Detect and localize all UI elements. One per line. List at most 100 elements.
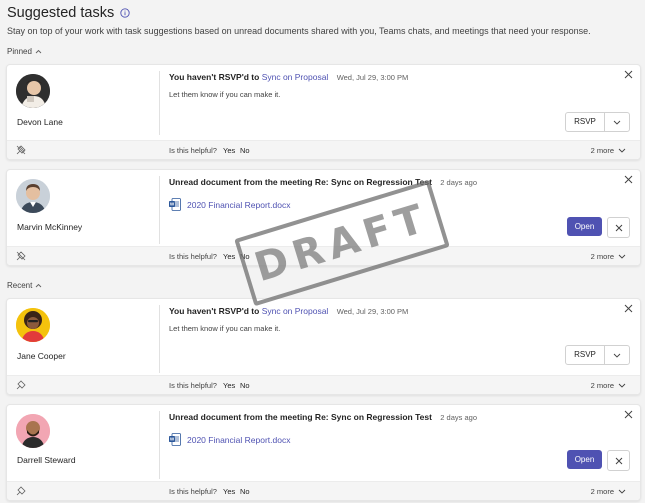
headline-text: You haven't RSVP'd to bbox=[169, 306, 260, 316]
task-headline: You haven't RSVP'd to Sync on Proposal W… bbox=[169, 72, 408, 82]
chevron-down-icon bbox=[618, 148, 626, 153]
headline-text: Unread document from the meeting Re: Syn… bbox=[169, 177, 432, 187]
svg-text:W: W bbox=[170, 437, 175, 442]
helpful-yes-button[interactable]: Yes bbox=[223, 252, 235, 261]
more-button[interactable]: 2 more bbox=[591, 252, 626, 261]
meeting-link[interactable]: Sync on Proposal bbox=[262, 72, 329, 82]
divider bbox=[159, 71, 160, 135]
chevron-down-icon bbox=[613, 353, 621, 358]
task-card: Marvin McKinney Unread document from the… bbox=[6, 169, 641, 266]
dismiss-button[interactable] bbox=[607, 450, 630, 471]
helpful-yes-button[interactable]: Yes bbox=[223, 487, 235, 496]
helpful-prompt: Is this helpful? bbox=[169, 146, 217, 155]
open-button[interactable]: Open bbox=[567, 450, 602, 469]
divider bbox=[159, 176, 160, 244]
document-name[interactable]: 2020 Financial Report.docx bbox=[187, 435, 290, 445]
rsvp-dropdown[interactable] bbox=[605, 120, 629, 125]
more-button[interactable]: 2 more bbox=[591, 146, 626, 155]
card-footer: Is this helpful? Yes No 2 more bbox=[7, 481, 640, 500]
section-recent-toggle[interactable]: Recent bbox=[7, 281, 42, 290]
more-button[interactable]: 2 more bbox=[591, 487, 626, 496]
task-message: Let them know if you can make it. bbox=[169, 90, 281, 99]
helpful-no-button[interactable]: No bbox=[240, 487, 250, 496]
task-headline: Unread document from the meeting Re: Syn… bbox=[169, 412, 477, 422]
svg-text:W: W bbox=[170, 202, 175, 207]
timestamp: 2 days ago bbox=[440, 178, 477, 187]
chevron-down-icon bbox=[613, 120, 621, 125]
avatar bbox=[16, 74, 50, 108]
unpin-icon[interactable] bbox=[16, 251, 26, 261]
helpful-no-button[interactable]: No bbox=[240, 381, 250, 390]
close-icon[interactable] bbox=[624, 70, 633, 79]
chevron-down-icon bbox=[618, 254, 626, 259]
helpful-yes-button[interactable]: Yes bbox=[223, 381, 235, 390]
section-pinned-label: Pinned bbox=[7, 47, 32, 56]
timestamp: Wed, Jul 29, 3:00 PM bbox=[336, 307, 409, 316]
chevron-down-icon bbox=[618, 383, 626, 388]
task-headline: Unread document from the meeting Re: Syn… bbox=[169, 177, 477, 187]
pin-icon[interactable] bbox=[16, 486, 26, 496]
rsvp-button[interactable]: RSVP bbox=[565, 345, 630, 365]
avatar bbox=[16, 414, 50, 448]
rsvp-label[interactable]: RSVP bbox=[566, 346, 605, 364]
person-name: Marvin McKinney bbox=[17, 222, 83, 232]
card-footer: Is this helpful? Yes No 2 more bbox=[7, 375, 640, 394]
person-name: Jane Cooper bbox=[17, 351, 66, 361]
more-label: 2 more bbox=[590, 487, 614, 496]
task-headline: You haven't RSVP'd to Sync on Proposal W… bbox=[169, 306, 408, 316]
person-name: Darrell Steward bbox=[17, 455, 76, 465]
card-footer: Is this helpful? Yes No 2 more bbox=[7, 246, 640, 265]
close-icon[interactable] bbox=[624, 175, 633, 184]
helpful-yes-button[interactable]: Yes bbox=[223, 146, 235, 155]
page-title: Suggested tasks bbox=[7, 5, 115, 21]
rsvp-dropdown[interactable] bbox=[605, 353, 629, 358]
helpful-no-button[interactable]: No bbox=[240, 146, 250, 155]
unpin-icon[interactable] bbox=[16, 145, 26, 155]
more-label: 2 more bbox=[590, 381, 614, 390]
word-document-icon: W bbox=[169, 433, 181, 446]
chevron-up-icon bbox=[36, 283, 42, 288]
info-icon[interactable] bbox=[120, 8, 130, 18]
headline-text: Unread document from the meeting Re: Syn… bbox=[169, 412, 432, 422]
timestamp: Wed, Jul 29, 3:00 PM bbox=[336, 73, 409, 82]
headline-text: You haven't RSVP'd to bbox=[169, 72, 260, 82]
rsvp-label[interactable]: RSVP bbox=[566, 113, 605, 131]
section-recent-label: Recent bbox=[7, 281, 33, 290]
avatar bbox=[16, 308, 50, 342]
task-card: Darrell Steward Unread document from the… bbox=[6, 404, 641, 501]
close-icon[interactable] bbox=[624, 410, 633, 419]
chevron-up-icon bbox=[35, 49, 42, 54]
page-subtitle: Stay on top of your work with task sugge… bbox=[7, 26, 591, 36]
more-label: 2 more bbox=[590, 252, 614, 261]
divider bbox=[159, 411, 160, 479]
section-pinned-toggle[interactable]: Pinned bbox=[7, 47, 42, 56]
helpful-prompt: Is this helpful? bbox=[169, 487, 217, 496]
pin-icon[interactable] bbox=[16, 380, 26, 390]
page-header: Suggested tasks bbox=[7, 5, 130, 21]
rsvp-button[interactable]: RSVP bbox=[565, 112, 630, 132]
close-icon bbox=[615, 457, 622, 464]
more-button[interactable]: 2 more bbox=[591, 381, 626, 390]
timestamp: 2 days ago bbox=[440, 413, 477, 422]
person-name: Devon Lane bbox=[17, 117, 63, 127]
word-document-icon: W bbox=[169, 198, 181, 211]
task-message: Let them know if you can make it. bbox=[169, 324, 281, 333]
chevron-down-icon bbox=[618, 489, 626, 494]
card-footer: Is this helpful? Yes No 2 more bbox=[7, 140, 640, 159]
task-card: Jane Cooper You haven't RSVP'd to Sync o… bbox=[6, 298, 641, 395]
helpful-no-button[interactable]: No bbox=[240, 252, 250, 261]
dismiss-button[interactable] bbox=[607, 217, 630, 238]
avatar bbox=[16, 179, 50, 213]
document-link[interactable]: W 2020 Financial Report.docx bbox=[169, 198, 290, 211]
meeting-link[interactable]: Sync on Proposal bbox=[262, 306, 329, 316]
helpful-prompt: Is this helpful? bbox=[169, 381, 217, 390]
divider bbox=[159, 305, 160, 373]
document-link[interactable]: W 2020 Financial Report.docx bbox=[169, 433, 290, 446]
close-icon bbox=[615, 224, 622, 231]
task-card: Devon Lane You haven't RSVP'd to Sync on… bbox=[6, 64, 641, 160]
helpful-prompt: Is this helpful? bbox=[169, 252, 217, 261]
open-button[interactable]: Open bbox=[567, 217, 602, 236]
more-label: 2 more bbox=[590, 146, 614, 155]
document-name[interactable]: 2020 Financial Report.docx bbox=[187, 200, 290, 210]
close-icon[interactable] bbox=[624, 304, 633, 313]
